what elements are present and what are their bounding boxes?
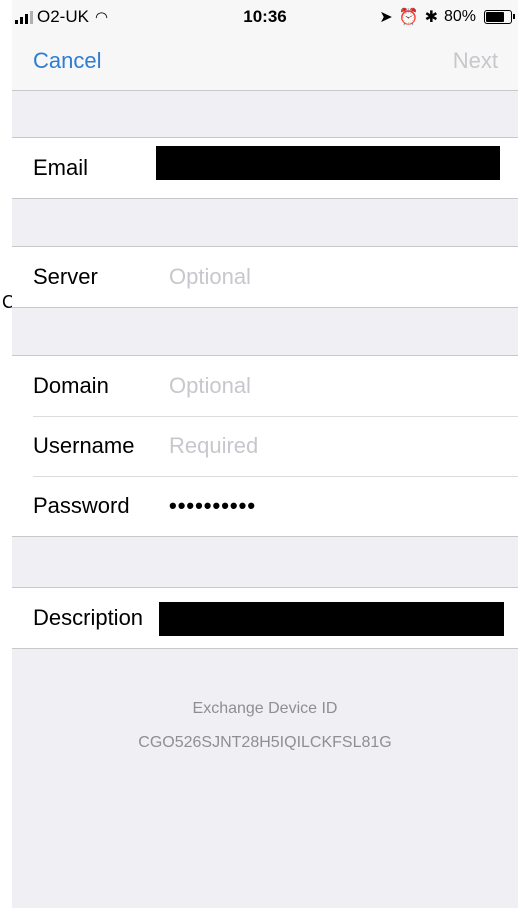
email-field-redacted[interactable]	[156, 146, 500, 180]
description-field-redacted[interactable]	[159, 602, 504, 636]
status-bar: O2-UK ◠ 10:36 ➤ ⏰ ✱ 80%	[12, 0, 518, 38]
navigation-bar: Cancel Next	[12, 38, 518, 91]
username-label: Username	[33, 433, 135, 458]
battery-percent: 80%	[443, 8, 476, 25]
email-group: Email	[12, 137, 518, 199]
device-id-footer: Exchange Device ID CGO526SJNT28H5IQILCKF…	[12, 700, 518, 752]
credentials-group: Domain Optional Username Required Passwo…	[12, 355, 518, 537]
server-input[interactable]: Optional	[169, 264, 251, 290]
device-id-label: Exchange Device ID	[192, 700, 338, 717]
domain-label: Domain	[33, 373, 109, 398]
username-row[interactable]: Username Required	[12, 416, 518, 476]
description-label: Description	[33, 605, 144, 630]
description-row[interactable]: Description	[12, 588, 518, 648]
screen: O2-UK ◠ 10:36 ➤ ⏰ ✱ 80% Cancel Next Emai…	[12, 0, 518, 908]
password-label: Password	[33, 493, 130, 518]
battery-icon	[484, 10, 515, 24]
username-input[interactable]: Required	[169, 433, 258, 459]
password-input[interactable]: ••••••••••	[169, 493, 256, 519]
server-group: Server Optional	[12, 246, 518, 308]
email-row[interactable]: Email	[12, 138, 518, 198]
device-id-value: CGO526SJNT28H5IQILCKFSL81G	[138, 734, 392, 751]
server-row[interactable]: Server Optional	[12, 247, 518, 307]
next-button[interactable]: Next	[453, 48, 498, 74]
location-arrow-icon: ➤	[379, 9, 393, 26]
domain-row[interactable]: Domain Optional	[12, 356, 518, 416]
description-group: Description	[12, 587, 518, 649]
alarm-clock-icon: ⏰	[398, 9, 419, 26]
server-label: Server	[33, 264, 98, 289]
bluetooth-icon: ✱	[424, 9, 438, 26]
password-row[interactable]: Password ••••••••••	[12, 476, 518, 536]
domain-input[interactable]: Optional	[169, 373, 251, 399]
email-label: Email	[33, 155, 89, 180]
status-right: ➤ ⏰ ✱ 80%	[379, 7, 515, 27]
cancel-button[interactable]: Cancel	[33, 48, 101, 74]
